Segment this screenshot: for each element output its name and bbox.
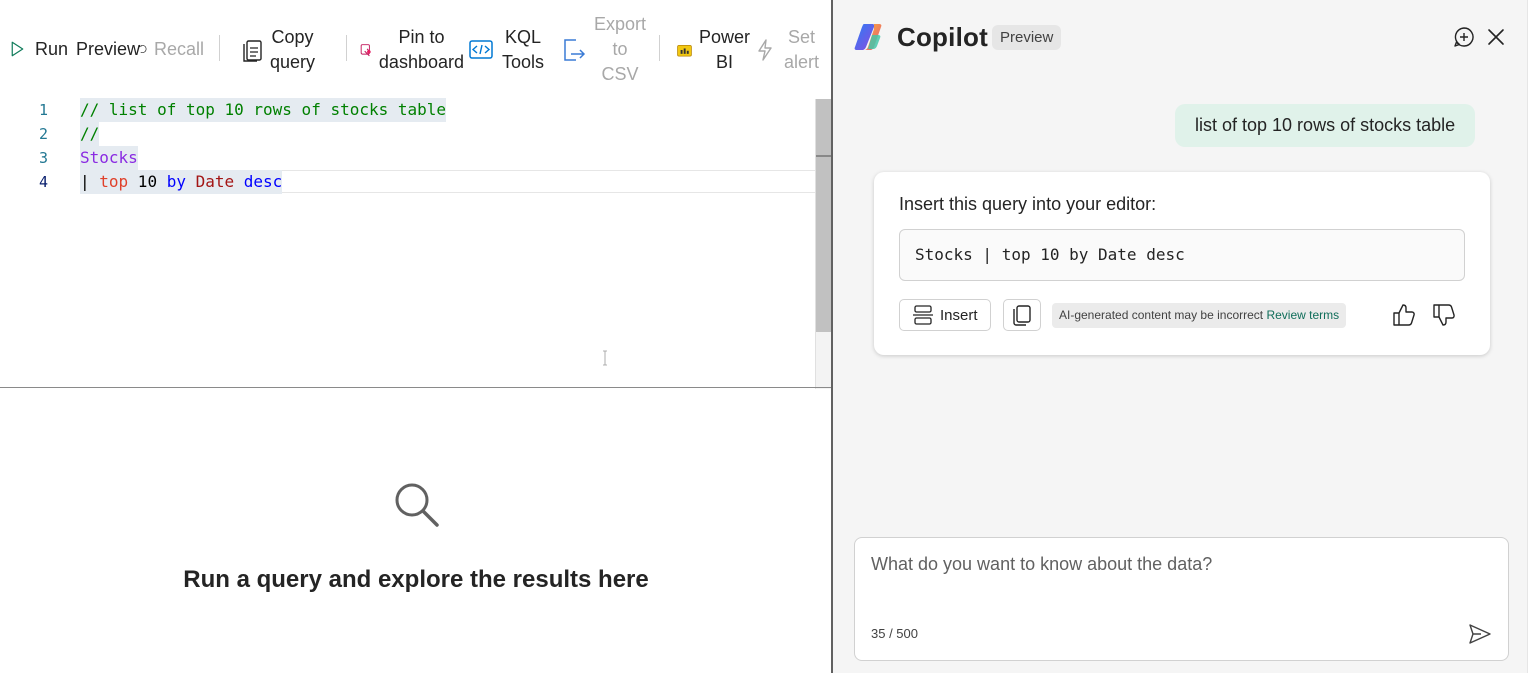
search-icon (395, 483, 439, 527)
copilot-title: Copilot (897, 22, 988, 52)
editor-scrollbar[interactable] (815, 99, 832, 389)
thumbs-down-icon[interactable] (1432, 302, 1456, 328)
power-bi-icon (677, 44, 692, 57)
line-number: 4 (38, 173, 48, 191)
export-label-1: Export (593, 14, 646, 34)
empty-results-message: Run a query and explore the results here (183, 566, 649, 593)
suggested-query-box: Stocks | top 10 by Date desc (899, 229, 1465, 281)
copy-icon (1013, 305, 1031, 326)
send-icon[interactable] (1467, 621, 1493, 647)
set-alert-label-2: alert (784, 52, 820, 72)
app-window: Run Preview Recall Copy query Pin to das… (0, 0, 1538, 673)
preview-label: Preview (76, 38, 140, 59)
copy-button[interactable] (1003, 299, 1041, 331)
code-area[interactable]: // list of top 10 rows of stocks table /… (80, 97, 815, 387)
export-to-csv-button[interactable]: Export to CSV (560, 12, 646, 87)
copy-query-button[interactable]: Copy query (240, 24, 328, 76)
query-pane: Run Preview Recall Copy query Pin to das… (0, 0, 832, 673)
copilot-header: Copilot Preview (833, 0, 1527, 76)
scrollbar-marker (816, 155, 832, 157)
new-chat-icon[interactable] (1453, 26, 1475, 48)
set-alert-label-1: Set (787, 27, 816, 47)
keyword-token: desc (243, 172, 283, 191)
code-line: // (80, 122, 100, 146)
recall-label: Recall (153, 38, 204, 59)
play-icon (11, 41, 24, 57)
scrollbar-thumb[interactable] (816, 99, 832, 332)
copy-document-icon (243, 40, 262, 62)
copilot-prompt-input[interactable] (871, 554, 1491, 614)
pin-dashboard-icon (360, 44, 371, 57)
line-number: 1 (38, 101, 48, 119)
lightning-icon (758, 39, 772, 61)
toolbar-separator (659, 35, 660, 61)
kql-label-2: Tools (502, 52, 545, 72)
export-label-3: CSV (601, 64, 639, 84)
code-line: | top 10 by Date desc (80, 170, 283, 194)
kql-tools-icon (469, 40, 493, 59)
suggested-query: Stocks | top 10 by Date desc (915, 245, 1185, 264)
line-number: 3 (38, 149, 48, 167)
power-bi-button[interactable]: Power BI (676, 24, 750, 76)
insert-label: Insert (940, 306, 978, 324)
user-message: list of top 10 rows of stocks table (1175, 104, 1476, 147)
code-line: Stocks (80, 146, 138, 170)
pin-label-1: Pin to (398, 27, 445, 47)
toolbar-separator (346, 35, 347, 61)
pin-label-2: dashboard (378, 52, 464, 72)
recall-icon (139, 44, 147, 53)
window-edge (1527, 0, 1538, 673)
toolbar-separator (219, 35, 220, 61)
number-token: 10 (128, 172, 167, 191)
table-name-token: Stocks (80, 148, 138, 167)
run-label: Run (34, 38, 68, 59)
kql-label-1: KQL (505, 27, 542, 47)
copilot-response-card: Insert this query into your editor: Stoc… (874, 172, 1490, 355)
close-icon[interactable] (1486, 27, 1506, 47)
insert-icon (913, 305, 933, 325)
review-terms-link[interactable]: Review terms (1266, 308, 1339, 322)
code-line: // list of top 10 rows of stocks table (80, 98, 447, 122)
copy-query-label-2: query (270, 52, 316, 72)
copilot-input-box: 35 / 500 (854, 537, 1509, 661)
query-editor[interactable]: 1 2 3 4 // list of top 10 rows of stocks… (0, 97, 832, 389)
keyword-token: by (166, 172, 186, 191)
comment-text: // list of top 10 rows of stocks table (80, 100, 447, 119)
thumbs-up-icon[interactable] (1392, 302, 1416, 328)
text-cursor-icon (603, 350, 607, 366)
line-number: 2 (38, 125, 48, 143)
copilot-logo-icon (854, 24, 882, 50)
line-number-gutter: 1 2 3 4 (0, 97, 60, 387)
ai-disclaimer: AI-generated content may be incorrect Re… (1052, 303, 1347, 328)
export-label-2: to (612, 39, 628, 59)
run-button[interactable]: Run (10, 36, 68, 62)
character-count: 35 / 500 (871, 626, 918, 641)
disclaimer-text: AI-generated content may be incorrect (1059, 308, 1264, 322)
response-intro: Insert this query into your editor: (899, 194, 1157, 214)
kql-tools-button[interactable]: KQL Tools (468, 24, 548, 76)
comment-text: // (80, 124, 100, 143)
column-token: Date (185, 172, 244, 191)
set-alert-button[interactable]: Set alert (756, 24, 826, 76)
recall-button[interactable]: Recall (138, 36, 204, 62)
keyword-token: top (99, 172, 129, 191)
power-bi-label-2: BI (715, 52, 733, 72)
copilot-pane: Copilot Preview list of top 10 rows of s… (833, 0, 1538, 673)
copy-query-label-1: Copy (271, 27, 314, 47)
export-icon (564, 38, 586, 61)
query-toolbar: Run Preview Recall Copy query Pin to das… (0, 0, 832, 96)
preview-button[interactable]: Preview (68, 36, 140, 62)
insert-button[interactable]: Insert (899, 299, 991, 331)
power-bi-label-1: Power (698, 27, 750, 47)
pin-to-dashboard-button[interactable]: Pin to dashboard (360, 24, 464, 76)
preview-badge: Preview (992, 25, 1062, 50)
pipe-token: | (80, 172, 100, 191)
results-pane: Run a query and explore the results here (0, 388, 832, 673)
